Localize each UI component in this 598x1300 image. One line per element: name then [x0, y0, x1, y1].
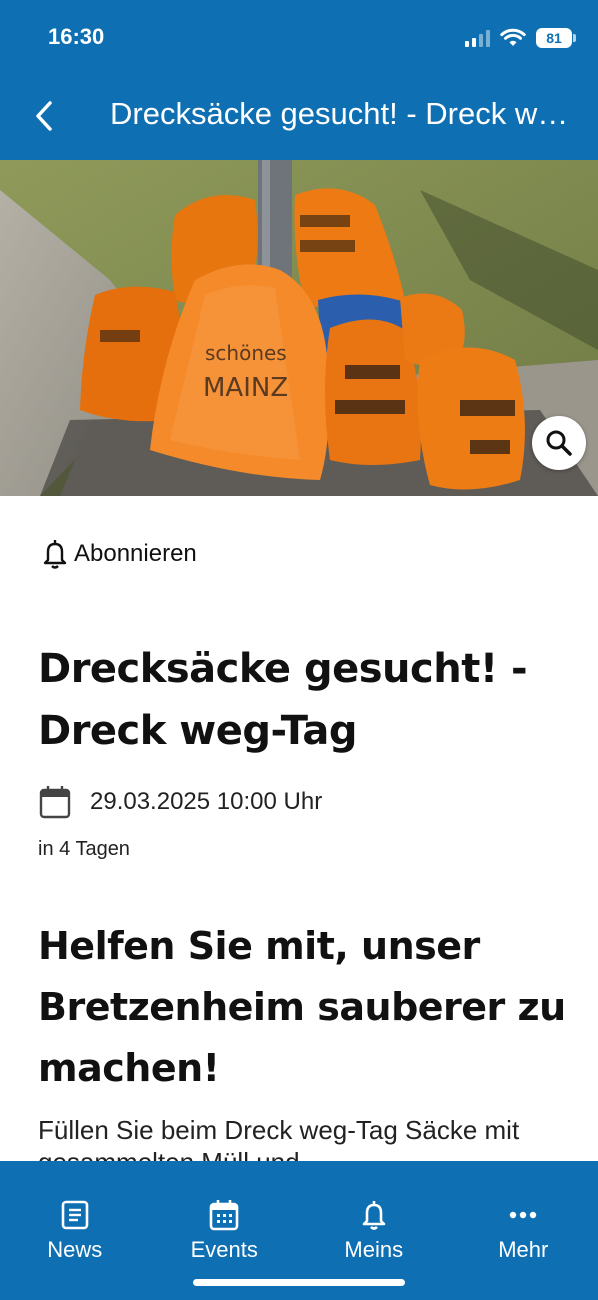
subscribe-button[interactable]: Abonnieren [40, 538, 197, 570]
subscribe-label: Abonnieren [74, 540, 197, 567]
search-icon [546, 430, 572, 456]
wifi-icon [500, 28, 526, 46]
home-indicator[interactable] [193, 1279, 405, 1286]
calendar-icon [39, 786, 71, 819]
nav-label-meins: Meins [344, 1237, 404, 1262]
more-dots-icon [510, 1211, 537, 1219]
nav-item-news[interactable]: News [0, 1161, 150, 1300]
event-date-row: 29.03.2025 10:00 Uhr [38, 784, 322, 820]
nav-label-events: Events [190, 1237, 258, 1262]
event-content: Abonnieren Drecksäcke gesucht! - Dreck w… [0, 496, 598, 1161]
chevron-left-icon [36, 101, 52, 131]
nav-label-mehr: Mehr [498, 1237, 549, 1262]
status-icons: 81 [465, 24, 576, 52]
event-relative-date: in 4 Tagen [38, 838, 130, 860]
calendar-icon [209, 1200, 239, 1231]
event-heading: Helfen Sie mit, unser Bretzenheim sauber… [38, 924, 566, 1090]
nav-item-mehr[interactable]: Mehr [449, 1161, 598, 1300]
status-time: 16:30 [48, 24, 105, 49]
battery-indicator: 81 [536, 28, 576, 48]
event-date: 29.03.2025 10:00 Uhr [90, 788, 323, 815]
news-icon [61, 1200, 89, 1230]
hero-image[interactable]: schönes MAINZ [0, 160, 598, 496]
top-bar: 16:30 81 Drecksäcke gesucht! - Dreck weg… [0, 0, 598, 160]
cellular-signal-icon [465, 29, 490, 47]
back-button[interactable] [22, 92, 66, 140]
event-title: Drecksäcke gesucht! - Dreck weg-Tag [38, 646, 528, 754]
bag-print-line1: schönes [205, 341, 287, 365]
event-body-text: Füllen Sie beim Dreck weg-Tag Säcke mit … [38, 1115, 520, 1161]
bell-icon [362, 1201, 386, 1230]
zoom-button[interactable] [532, 416, 586, 470]
bag-print-line2: MAINZ [203, 373, 288, 403]
app-bar-title: Drecksäcke gesucht! - Dreck weg-Tag [110, 96, 572, 131]
nav-label-news: News [47, 1237, 103, 1262]
trash-bags-photo: schönes MAINZ [0, 160, 598, 496]
bell-icon [43, 539, 67, 569]
